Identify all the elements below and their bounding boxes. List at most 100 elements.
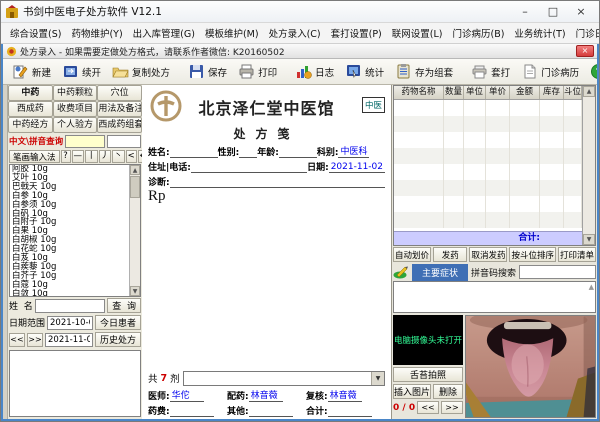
menu-item[interactable]: 药物维护(Y) xyxy=(66,24,127,42)
grid-empty-row xyxy=(394,212,582,228)
stats-icon xyxy=(345,63,362,80)
grid-column-header[interactable]: 单价 xyxy=(486,86,510,99)
menu-item[interactable]: 综合设置(S) xyxy=(5,24,66,42)
today-patients-button[interactable]: 今日患者 xyxy=(95,315,141,330)
stroke-key-button[interactable]: < xyxy=(126,150,137,163)
symptom-textarea[interactable]: ▲ xyxy=(393,281,596,313)
action-button[interactable]: 发药 xyxy=(433,247,467,262)
child-close-button[interactable]: × xyxy=(576,45,594,57)
next-date-button[interactable]: >> xyxy=(27,333,43,347)
template-print-button[interactable]: 套打 xyxy=(466,60,515,83)
help-button[interactable]: ? 操作帮助 xyxy=(585,60,599,83)
total-field[interactable] xyxy=(328,416,372,417)
minimize-button[interactable]: – xyxy=(511,3,539,21)
stroke-key-button[interactable]: 丨 xyxy=(85,150,98,163)
grid-cell xyxy=(540,180,564,196)
category-tab[interactable]: 用法及备注 xyxy=(97,101,142,117)
prescription-body[interactable] xyxy=(148,206,385,369)
action-button[interactable]: 打印清单 xyxy=(558,247,596,262)
menu-item[interactable]: 出入库管理(G) xyxy=(128,24,200,42)
patient-name-input[interactable] xyxy=(35,299,106,313)
chevron-down-icon[interactable]: ▼ xyxy=(371,372,384,385)
stroke-key-button[interactable]: 丶 xyxy=(112,150,125,163)
stroke-key-button[interactable]: ? xyxy=(61,150,71,163)
chinese-query-input[interactable] xyxy=(65,135,105,148)
drug-list[interactable]: 阿胶 10g艾叶 10g巴戟天 10g白参 10g白参须 10g白矾 10g白附… xyxy=(9,164,141,297)
category-tab[interactable]: 西成药 xyxy=(8,101,53,117)
scroll-up-icon[interactable]: ▲ xyxy=(583,86,595,97)
category-tab[interactable]: 中药经方 xyxy=(8,117,53,133)
usage-combobox[interactable]: ▼ xyxy=(183,371,385,386)
dept-value[interactable]: 中医科 xyxy=(338,144,369,158)
doctor-value[interactable]: 华佗 xyxy=(170,388,204,402)
category-tab[interactable]: 中药 xyxy=(8,85,53,101)
category-tab[interactable]: 个人验方 xyxy=(53,117,98,133)
drug-list-item[interactable]: 白敛 10g xyxy=(11,290,128,297)
continue-button[interactable]: 续开 xyxy=(57,60,106,83)
prev-date-button[interactable]: << xyxy=(9,333,25,347)
grid-column-header[interactable]: 斗位 xyxy=(564,86,582,99)
menu-item[interactable]: 门诊日志(Z) xyxy=(571,24,600,42)
category-tab[interactable]: 穴位 xyxy=(97,85,142,101)
action-button[interactable]: 自动划价 xyxy=(393,247,431,262)
grid-column-header[interactable]: 单位 xyxy=(464,86,486,99)
insert-image-button[interactable]: 插入图片 xyxy=(393,384,431,399)
grid-cell xyxy=(464,212,486,228)
stats-button[interactable]: 统计 xyxy=(340,60,389,83)
save-button[interactable]: 保存 xyxy=(183,60,232,83)
grid-column-header[interactable]: 药物名称 xyxy=(394,86,444,99)
grid-column-header[interactable]: 金额 xyxy=(510,86,540,99)
category-tab[interactable]: 中药颗粒 xyxy=(53,85,98,101)
history-prescriptions-button[interactable]: 历史处方 xyxy=(95,332,141,347)
close-button[interactable]: × xyxy=(567,3,595,21)
menu-item[interactable]: 模板维护(M) xyxy=(200,24,264,42)
query-button[interactable]: 查 询 xyxy=(107,298,141,313)
patient-result-list[interactable] xyxy=(9,350,141,417)
grid-column-header[interactable]: 库存 xyxy=(540,86,564,99)
delete-image-button[interactable]: 删除 xyxy=(433,384,463,399)
menu-item[interactable]: 业务统计(T) xyxy=(509,24,570,42)
scroll-thumb[interactable] xyxy=(130,176,140,198)
action-button[interactable]: 取消发药 xyxy=(469,247,507,262)
drug-grid: 药物名称数量单位单价金额库存斗位 合计: ▲ ▼ xyxy=(393,85,596,246)
tab-main-symptoms[interactable]: 主要症状 xyxy=(412,264,468,281)
category-tab[interactable]: 西成药组套 xyxy=(97,117,142,133)
reviewer-value[interactable]: 林音薇 xyxy=(328,388,362,402)
print-button[interactable]: 打印 xyxy=(233,60,282,83)
next-photo-button[interactable]: >> xyxy=(441,401,463,414)
category-tab[interactable]: 收费项目 xyxy=(53,101,98,117)
date-from-input[interactable] xyxy=(47,316,93,330)
action-button[interactable]: 按斗位排序 xyxy=(509,247,556,262)
stroke-input-button[interactable]: 笔画输入法 xyxy=(9,150,60,163)
grid-cell xyxy=(564,148,582,164)
log-button[interactable]: 日志 xyxy=(290,60,339,83)
date-to-input[interactable] xyxy=(45,333,93,347)
stroke-key-button[interactable]: 丿 xyxy=(99,150,112,163)
pinyin-query-input[interactable] xyxy=(107,135,141,148)
prev-photo-button[interactable]: << xyxy=(417,401,439,414)
maximize-button[interactable]: □ xyxy=(539,3,567,21)
scroll-up-icon[interactable]: ▲ xyxy=(130,165,140,175)
grid-scrollbar[interactable]: ▲ ▼ xyxy=(582,86,595,245)
copy-prescription-button[interactable]: 复制处方 xyxy=(107,60,175,83)
stroke-key-button[interactable]: — xyxy=(72,150,85,163)
menu-item[interactable]: 联网设置(L) xyxy=(387,24,448,42)
drug-list-scrollbar[interactable]: ▲ ▼ xyxy=(129,165,140,296)
scroll-down-icon[interactable]: ▼ xyxy=(130,286,140,296)
menu-item[interactable]: 套打设置(P) xyxy=(326,24,387,42)
save-group-button[interactable]: 存为组套 xyxy=(390,60,458,83)
grid-column-header[interactable]: 数量 xyxy=(444,86,464,99)
pinyin-search-input[interactable] xyxy=(519,265,596,279)
menu-item[interactable]: 门诊病历(B) xyxy=(447,24,509,42)
drug-grid-body[interactable] xyxy=(394,100,582,231)
fee-field[interactable] xyxy=(170,416,214,417)
other-field[interactable] xyxy=(249,416,293,417)
tongue-photo-button[interactable]: 舌苔拍照 xyxy=(393,367,463,382)
medical-record-button[interactable]: 门诊病历 xyxy=(516,60,584,83)
toolbar: 新建 续开 复制处方 保存 打印 日志 xyxy=(3,59,597,85)
new-button[interactable]: 新建 xyxy=(7,60,56,83)
date-value[interactable]: 2021-11-02 xyxy=(329,162,385,173)
scroll-down-icon[interactable]: ▼ xyxy=(583,234,595,245)
dispenser-value[interactable]: 林音薇 xyxy=(249,388,283,402)
menu-item[interactable]: 处方录入(C) xyxy=(264,24,326,42)
